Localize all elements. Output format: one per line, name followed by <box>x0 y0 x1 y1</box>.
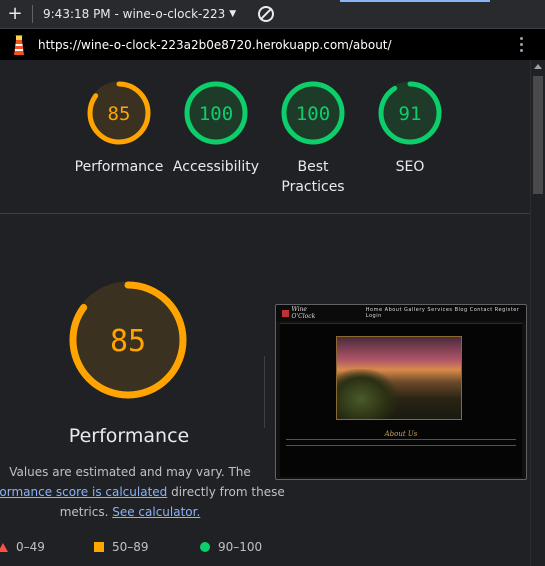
legend-range: 90–100 <box>218 540 263 554</box>
thumbnail-brand: Wine O'Clock <box>291 306 316 320</box>
see-calculator-link[interactable]: See calculator. <box>112 505 200 519</box>
gauge-performance[interactable]: 85 Performance <box>69 80 169 177</box>
circle-icon <box>200 542 210 552</box>
triangle-icon <box>0 542 8 552</box>
gauge-accessibility[interactable]: 100 Accessibility <box>166 80 266 177</box>
report-url-bar: https://wine-o-clock-223a2b0e8720.heroku… <box>0 29 545 60</box>
legend-range: 0–49 <box>16 540 45 554</box>
score-legend: 0–49 50–89 90–100 <box>0 540 300 556</box>
legend-range: 50–89 <box>112 540 149 554</box>
gauge-label: SEO <box>395 159 425 175</box>
vineyard-image <box>336 336 462 420</box>
thumbnail-rule <box>286 445 516 446</box>
vertical-divider <box>264 356 265 428</box>
note-text: metrics. <box>59 505 113 519</box>
scrollbar[interactable] <box>530 60 545 566</box>
tab-highlight <box>340 0 490 2</box>
report-selector[interactable]: 9:43:18 PM - wine-o-clock-223 ▼ <box>39 7 236 21</box>
dropdown-caret-icon: ▼ <box>229 9 237 19</box>
thumbnail-navbar: Wine O'Clock Home About Gallery Services… <box>276 305 526 321</box>
gauge-score: 91 <box>399 103 422 125</box>
gauge-ring: 100 <box>281 81 345 145</box>
thumbnail-nav-links: Home About Gallery Services Blog Contact… <box>365 307 520 319</box>
gauge-ring: 85 <box>87 81 151 145</box>
gauge-score: 85 <box>110 324 146 359</box>
toolbar-divider <box>32 5 33 23</box>
performance-score-link[interactable]: performance score is calculated <box>0 485 167 499</box>
legend-pass: 90–100 <box>200 540 262 554</box>
gauge-score: 100 <box>199 103 233 125</box>
gauge-seo[interactable]: 91 SEO <box>360 80 460 177</box>
note-text: Values are estimated and may vary. The <box>9 465 251 479</box>
score-note: Values are estimated and may vary. The p… <box>0 462 290 522</box>
thumbnail-footer <box>286 450 516 472</box>
performance-title: Performance <box>68 425 190 447</box>
gauge-label: Accessibility <box>172 159 260 175</box>
report-selector-label: 9:43:18 PM - wine-o-clock-223 <box>43 7 226 21</box>
performance-gauge-large: 85 <box>69 281 187 399</box>
note-text: directly from these <box>167 485 285 499</box>
thumbnail-rule <box>286 439 516 440</box>
gauge-ring: 100 <box>184 81 248 145</box>
devtools-toolbar: + 9:43:18 PM - wine-o-clock-223 ▼ <box>0 0 545 29</box>
more-options-icon[interactable] <box>520 37 523 52</box>
new-report-button[interactable]: + <box>0 5 30 23</box>
gauge-score: 85 <box>108 103 131 125</box>
gauge-best-practices[interactable]: 100 Best Practices <box>263 80 363 197</box>
legend-fail: 0–49 <box>0 540 45 554</box>
gauge-label: Performance <box>74 159 164 175</box>
gauge-ring: 91 <box>378 81 442 145</box>
lighthouse-icon <box>12 32 26 55</box>
legend-average: 50–89 <box>94 540 149 554</box>
gauge-label: Best Practices <box>281 159 345 195</box>
clear-icon[interactable] <box>258 6 275 22</box>
thumbnail-heading: About Us <box>384 430 418 438</box>
scroll-up-arrow-icon[interactable] <box>534 64 542 69</box>
gauge-score: 100 <box>296 103 330 125</box>
site-logo-icon <box>282 309 289 317</box>
score-summary: 85 Performance 100 Accessibility 100 Bes… <box>0 60 530 214</box>
thumbnail-body: About Us <box>280 323 522 477</box>
final-screenshot[interactable]: Wine O'Clock Home About Gallery Services… <box>275 304 527 480</box>
square-icon <box>94 542 104 552</box>
report-url: https://wine-o-clock-223a2b0e8720.heroku… <box>38 37 392 52</box>
scrollbar-thumb[interactable] <box>533 76 543 194</box>
report-content: 85 Performance 100 Accessibility 100 Bes… <box>0 60 530 566</box>
